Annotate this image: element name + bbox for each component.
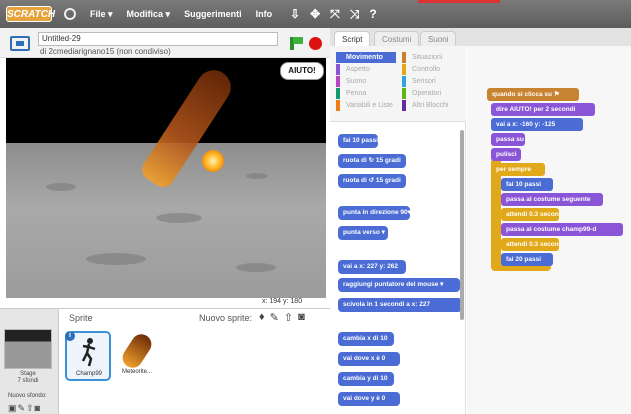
category-aspetto[interactable]: Aspetto (336, 64, 396, 75)
mouse-coordinates: x: 194 y: 180 (262, 298, 303, 305)
globe-icon[interactable] (64, 8, 76, 20)
scratch-logo[interactable]: SCRATCH (6, 6, 55, 22)
palette-block[interactable]: vai a x: 227 y: 262 (338, 260, 406, 274)
category-operatori[interactable]: Operatori (402, 88, 462, 99)
project-owner-label: di 2cmediarignano15 (non condiviso) (40, 47, 171, 56)
stage-label: Stage (20, 371, 36, 377)
scratch-editor: SCRATCH File ▾ Modifica ▾ Suggerimenti I… (0, 0, 631, 414)
category-situazioni[interactable]: Situazioni (402, 52, 462, 63)
camera-backdrop-icon[interactable]: ◙ (35, 403, 41, 413)
camera-sprite-icon[interactable]: ◙ (298, 311, 305, 324)
script-block[interactable]: per sempre (491, 163, 545, 176)
category-variabili-e-liste[interactable]: Variabili e Liste (336, 100, 396, 111)
block-categories: Movimento Aspetto Suono Penna Variabili e Li… (330, 46, 466, 122)
palette-block[interactable]: ruota di ↻ 15 gradi (338, 154, 406, 168)
menu-suggerimenti[interactable]: Suggerimenti (184, 9, 242, 19)
tab-costumi[interactable]: Costumi (374, 31, 420, 46)
sprite-name: Meteorite... (121, 369, 152, 375)
sprite-name: Champ99 (75, 371, 102, 377)
palette-block[interactable]: fai 10 passi (338, 134, 378, 148)
category-altri-blocchi[interactable]: Altri Blocchi (402, 100, 462, 111)
palette-block[interactable]: raggiungi puntatore del mouse ▾ (338, 278, 460, 292)
category-suono[interactable]: Suono (336, 76, 396, 87)
script-block[interactable]: passa al costume seguente (501, 193, 603, 206)
meteorite-icon (118, 330, 156, 372)
palette-block[interactable]: punta verso ▾ (338, 226, 388, 240)
upload-sprite-icon[interactable]: ⇧ (284, 311, 293, 324)
script-block[interactable]: dire AIUTO! per 2 secondi (491, 103, 595, 116)
palette-block[interactable]: vai dove x è 0 (338, 352, 400, 366)
runner-icon (81, 338, 96, 367)
palette-block[interactable]: ruota di ↺ 15 gradi (338, 174, 406, 188)
paint-backdrop-icon[interactable]: ✎ (18, 403, 27, 413)
project-title-input[interactable]: Untitled-29 (38, 32, 278, 46)
script-area[interactable]: quando si clicca su ⚑ dire AIUTO! per 2 s… (467, 46, 631, 414)
speech-bubble: AIUTO! (280, 62, 324, 80)
stage-header: Untitled-29 di 2cmediarignano15 (non con… (0, 28, 330, 58)
category-controllo[interactable]: Controllo (402, 64, 462, 75)
script-block[interactable]: fai 10 passi (501, 178, 553, 191)
menu-tools: ⇩ ✥ ⤧ ⤨ ? (290, 7, 377, 22)
tab-script[interactable]: Script (334, 31, 371, 46)
sprite-list-title: Sprite (69, 313, 93, 323)
editor-tabs: Script Costumi Suoni (330, 28, 631, 46)
meteorite-fireball (202, 150, 224, 172)
category-penna[interactable]: Penna (336, 88, 396, 99)
sprite-card-champ99[interactable]: i Champ99 (65, 331, 111, 381)
sprite-pane: Stage 7 sfondi Nuovo sfondo: ▣✎⇧◙ Sprite… (0, 308, 330, 414)
category-sensori[interactable]: Sensori (402, 76, 462, 87)
upload-backdrop-icon[interactable]: ⇧ (26, 403, 35, 413)
menu-modifica[interactable]: Modifica ▾ (127, 9, 171, 20)
palette-block[interactable]: vai dove y è 0 (338, 392, 400, 406)
sprite-library-icon[interactable]: ♦ (259, 311, 265, 324)
help-icon[interactable]: ? (369, 7, 376, 22)
script-block[interactable]: vai a x: -160 y: -125 (491, 118, 583, 131)
script-block[interactable]: attendi 0.3 secondi (501, 238, 559, 251)
new-sprite-tools: ♦ ✎ ⇧ ◙ (259, 311, 305, 324)
category-movimento[interactable]: Movimento (336, 52, 396, 63)
script-block[interactable]: attendi 0.3 secondi (501, 208, 559, 221)
script-block[interactable]: fai 20 passi (501, 253, 553, 266)
backdrop-library-icon[interactable]: ▣ (8, 403, 18, 413)
script-block[interactable]: quando si clicca su ⚑ (487, 88, 579, 101)
palette-block[interactable]: cambia x di 10 (338, 332, 394, 346)
script-block[interactable]: passa su (491, 133, 525, 146)
info-icon[interactable]: i (65, 331, 75, 341)
crater (156, 213, 202, 223)
script-block[interactable]: passa al costume champ99-d (501, 223, 623, 236)
presentation-mode-icon[interactable] (10, 36, 30, 51)
forever-loop-arm (491, 160, 501, 268)
green-flag-icon[interactable] (290, 37, 303, 50)
grow-icon[interactable]: ⤧ (330, 7, 340, 22)
duplicate-icon[interactable]: ⇩ (290, 7, 300, 22)
stop-sign-icon[interactable] (309, 37, 322, 50)
script-block[interactable]: pulisci (491, 148, 521, 161)
delete-icon[interactable]: ✥ (310, 7, 320, 22)
menu-accent-line (418, 0, 500, 3)
stage-backdrop-count: 7 sfondi (17, 378, 39, 384)
new-sprite-label: Nuovo sprite: (199, 313, 253, 323)
palette-block[interactable]: punta in direzione 90▾ (338, 206, 410, 220)
new-backdrop-tools: ▣✎⇧◙ (8, 403, 41, 414)
palette-block[interactable]: scivola in 1 secondi a x: 227 (338, 298, 462, 312)
menu-file[interactable]: File ▾ (90, 9, 113, 20)
tab-suoni[interactable]: Suoni (420, 31, 457, 46)
stage[interactable]: AIUTO! (6, 58, 326, 298)
menu-info[interactable]: Info (256, 9, 273, 19)
menu-bar: SCRATCH File ▾ Modifica ▾ Suggerimenti I… (0, 0, 631, 28)
block-palette: Movimento Aspetto Suono Penna Variabili e Li… (330, 46, 466, 414)
stage-thumbnail[interactable] (4, 329, 52, 369)
new-backdrop-label: Nuovo sfondo: (8, 393, 47, 399)
paint-sprite-icon[interactable]: ✎ (270, 311, 279, 324)
shrink-icon[interactable]: ⤨ (350, 7, 360, 22)
crater (236, 263, 276, 272)
sprite-list: Sprite Nuovo sprite: ♦ ✎ ⇧ ◙ i Champ99 M… (58, 309, 330, 414)
palette-block[interactable]: cambia y di 10 (338, 372, 394, 386)
palette-scrollbar[interactable] (460, 130, 464, 320)
crater (86, 253, 146, 265)
crater (46, 183, 76, 191)
sprite-card-meteorite[interactable]: Meteorite... (115, 330, 161, 381)
crater (246, 173, 268, 179)
